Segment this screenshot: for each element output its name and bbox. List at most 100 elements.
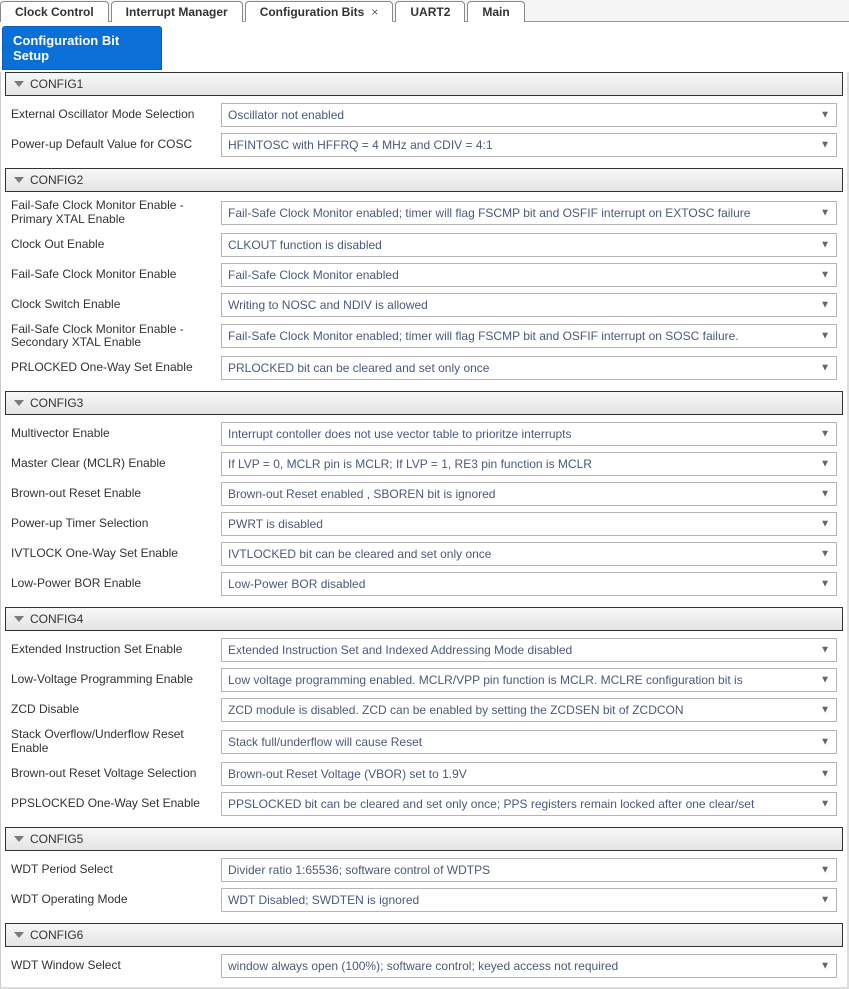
config-label: PPSLOCKED One-Way Set Enable <box>11 797 215 811</box>
section-header-config6[interactable]: CONFIG6 <box>5 923 843 947</box>
chevron-down-icon <box>14 932 24 938</box>
config-select[interactable]: Writing to NOSC and NDIV is allowed <box>221 293 837 317</box>
section-title: CONFIG3 <box>30 396 83 410</box>
config-label: Stack Overflow/Underflow Reset Enable <box>11 728 215 756</box>
config-row: Clock Switch Enable Writing to NOSC and … <box>5 290 843 320</box>
tab-label: Clock Control <box>15 5 94 19</box>
config-row: External Oscillator Mode Selection Oscil… <box>5 100 843 130</box>
config-select[interactable]: Low voltage programming enabled. MCLR/VP… <box>221 668 837 692</box>
config-label: Fail-Safe Clock Monitor Enable - Primary… <box>11 199 215 227</box>
config-row: Brown-out Reset Voltage Selection Brown-… <box>5 759 843 789</box>
config-row: Fail-Safe Clock Monitor Enable - Primary… <box>5 196 843 230</box>
page-title: Configuration Bit Setup <box>2 26 162 70</box>
config-label: Fail-Safe Clock Monitor Enable - Seconda… <box>11 323 215 351</box>
config-label: Clock Switch Enable <box>11 298 215 312</box>
config-select[interactable]: CLKOUT function is disabled <box>221 233 837 257</box>
config-row: Clock Out Enable CLKOUT function is disa… <box>5 230 843 260</box>
config-row: Extended Instruction Set Enable Extended… <box>5 635 843 665</box>
config-label: Brown-out Reset Voltage Selection <box>11 767 215 781</box>
section-header-config4[interactable]: CONFIG4 <box>5 607 843 631</box>
section-header-config3[interactable]: CONFIG3 <box>5 391 843 415</box>
section-title: CONFIG1 <box>30 77 83 91</box>
chevron-down-icon <box>14 836 24 842</box>
section-rows: WDT Window Select window always open (10… <box>1 947 847 987</box>
section-rows: External Oscillator Mode Selection Oscil… <box>1 96 847 166</box>
section-title: CONFIG5 <box>30 832 83 846</box>
section-rows: Multivector Enable Interrupt contoller d… <box>1 415 847 605</box>
tab-label: Interrupt Manager <box>126 5 228 19</box>
config-label: Fail-Safe Clock Monitor Enable <box>11 268 215 282</box>
config-select[interactable]: Fail-Safe Clock Monitor enabled; timer w… <box>221 201 837 225</box>
config-panel: CONFIG1 External Oscillator Mode Selecti… <box>0 72 849 989</box>
tab-bar: Clock Control Interrupt Manager Configur… <box>0 0 849 22</box>
section-header-config2[interactable]: CONFIG2 <box>5 168 843 192</box>
config-row: Fail-Safe Clock Monitor Enable - Seconda… <box>5 320 843 354</box>
config-row: IVTLOCK One-Way Set Enable IVTLOCKED bit… <box>5 539 843 569</box>
config-select[interactable]: Divider ratio 1:65536; software control … <box>221 858 837 882</box>
config-row: WDT Period Select Divider ratio 1:65536;… <box>5 855 843 885</box>
chevron-down-icon <box>14 616 24 622</box>
config-label: IVTLOCK One-Way Set Enable <box>11 547 215 561</box>
config-select[interactable]: Stack full/underflow will cause Reset <box>221 730 837 754</box>
config-label: WDT Operating Mode <box>11 893 215 907</box>
chevron-down-icon <box>14 177 24 183</box>
config-select[interactable]: Brown-out Reset enabled , SBOREN bit is … <box>221 482 837 506</box>
config-row: Brown-out Reset Enable Brown-out Reset e… <box>5 479 843 509</box>
config-select[interactable]: HFINTOSC with HFFRQ = 4 MHz and CDIV = 4… <box>221 133 837 157</box>
chevron-down-icon <box>14 81 24 87</box>
tab-interrupt-manager[interactable]: Interrupt Manager <box>111 1 243 22</box>
config-label: Master Clear (MCLR) Enable <box>11 457 215 471</box>
tab-label: Main <box>482 5 509 19</box>
section-title: CONFIG4 <box>30 612 83 626</box>
tab-label: Configuration Bits <box>260 5 365 19</box>
config-label: Multivector Enable <box>11 427 215 441</box>
config-select[interactable]: ZCD module is disabled. ZCD can be enabl… <box>221 698 837 722</box>
config-select[interactable]: Fail-Safe Clock Monitor enabled; timer w… <box>221 324 837 348</box>
config-label: Low-Voltage Programming Enable <box>11 673 215 687</box>
config-label: Brown-out Reset Enable <box>11 487 215 501</box>
config-select[interactable]: Fail-Safe Clock Monitor enabled <box>221 263 837 287</box>
config-select[interactable]: Low-Power BOR disabled <box>221 572 837 596</box>
config-row: WDT Operating Mode WDT Disabled; SWDTEN … <box>5 885 843 915</box>
config-row: Power-up Default Value for COSC HFINTOSC… <box>5 130 843 160</box>
config-select[interactable]: Brown-out Reset Voltage (VBOR) set to 1.… <box>221 762 837 786</box>
config-row: Multivector Enable Interrupt contoller d… <box>5 419 843 449</box>
config-row: Low-Power BOR Enable Low-Power BOR disab… <box>5 569 843 599</box>
config-select[interactable]: If LVP = 0, MCLR pin is MCLR; If LVP = 1… <box>221 452 837 476</box>
config-select[interactable]: IVTLOCKED bit can be cleared and set onl… <box>221 542 837 566</box>
config-select[interactable]: PWRT is disabled <box>221 512 837 536</box>
tab-clock-control[interactable]: Clock Control <box>0 1 109 22</box>
section-rows: WDT Period Select Divider ratio 1:65536;… <box>1 851 847 921</box>
config-label: WDT Window Select <box>11 959 215 973</box>
section-title: CONFIG6 <box>30 928 83 942</box>
close-icon[interactable]: × <box>371 5 378 19</box>
config-select[interactable]: window always open (100%); software cont… <box>221 954 837 978</box>
config-select[interactable]: Extended Instruction Set and Indexed Add… <box>221 638 837 662</box>
config-row: Stack Overflow/Underflow Reset Enable St… <box>5 725 843 759</box>
config-select[interactable]: PRLOCKED bit can be cleared and set only… <box>221 356 837 380</box>
config-select[interactable]: WDT Disabled; SWDTEN is ignored <box>221 888 837 912</box>
tab-main[interactable]: Main <box>467 1 524 22</box>
config-label: Extended Instruction Set Enable <box>11 643 215 657</box>
config-label: WDT Period Select <box>11 863 215 877</box>
config-select[interactable]: Interrupt contoller does not use vector … <box>221 422 837 446</box>
tab-uart2[interactable]: UART2 <box>395 1 465 22</box>
config-select[interactable]: PPSLOCKED bit can be cleared and set onl… <box>221 792 837 816</box>
tab-configuration-bits[interactable]: Configuration Bits × <box>245 1 394 22</box>
config-row: ZCD Disable ZCD module is disabled. ZCD … <box>5 695 843 725</box>
tab-label: UART2 <box>410 5 450 19</box>
section-title: CONFIG2 <box>30 173 83 187</box>
config-label: Low-Power BOR Enable <box>11 577 215 591</box>
config-row: Power-up Timer Selection PWRT is disable… <box>5 509 843 539</box>
config-label: ZCD Disable <box>11 703 215 717</box>
config-label: External Oscillator Mode Selection <box>11 108 215 122</box>
section-rows: Extended Instruction Set Enable Extended… <box>1 631 847 825</box>
section-header-config1[interactable]: CONFIG1 <box>5 72 843 96</box>
config-select[interactable]: Oscillator not enabled <box>221 103 837 127</box>
chevron-down-icon <box>14 400 24 406</box>
config-row: PPSLOCKED One-Way Set Enable PPSLOCKED b… <box>5 789 843 819</box>
section-header-config5[interactable]: CONFIG5 <box>5 827 843 851</box>
config-label: Power-up Timer Selection <box>11 517 215 531</box>
config-row: Fail-Safe Clock Monitor Enable Fail-Safe… <box>5 260 843 290</box>
section-rows: Fail-Safe Clock Monitor Enable - Primary… <box>1 192 847 389</box>
